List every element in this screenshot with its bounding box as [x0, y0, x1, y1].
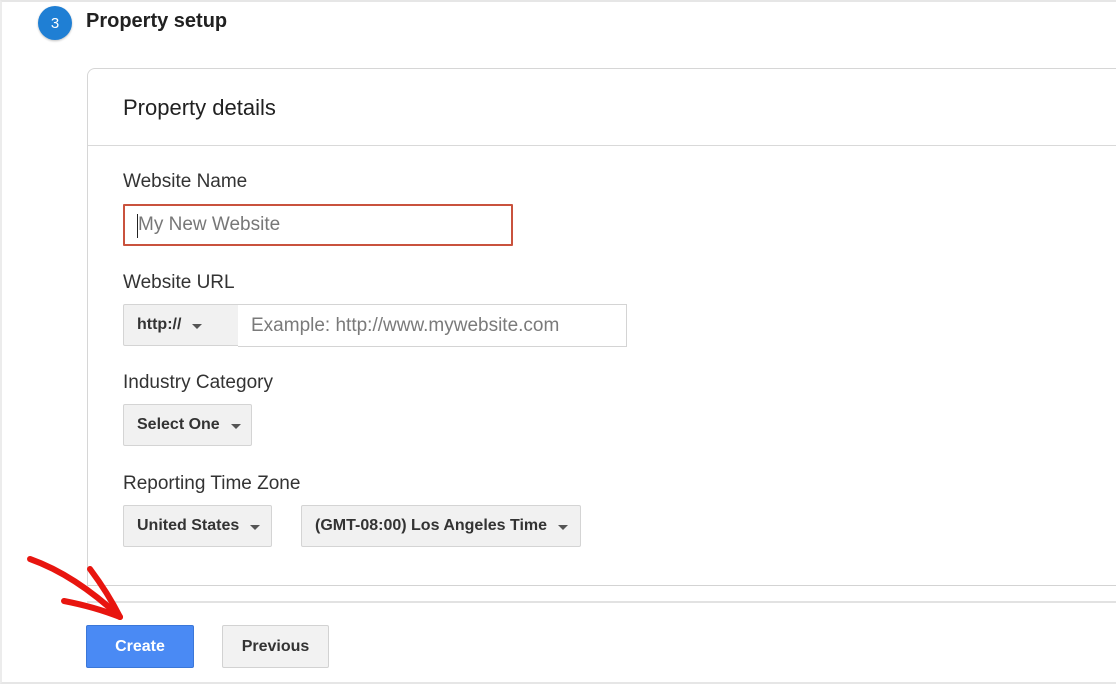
reporting-time-zone-label: Reporting Time Zone — [123, 473, 301, 494]
website-url-label: Website URL — [123, 272, 235, 293]
industry-category-label: Industry Category — [123, 372, 273, 393]
time-zone-country-selected: United States — [137, 517, 240, 534]
website-url-input[interactable] — [238, 304, 627, 347]
protocol-selected: http:// — [137, 316, 182, 333]
card-header: Property details — [88, 69, 1116, 146]
protocol-dropdown[interactable]: http:// — [123, 304, 239, 346]
red-arrow-annotation-icon — [27, 556, 123, 620]
previous-button[interactable]: Previous — [222, 625, 329, 668]
industry-category-selected: Select One — [137, 416, 220, 433]
card-title: Property details — [123, 95, 276, 120]
time-zone-dropdown[interactable]: (GMT-08:00) Los Angeles Time — [301, 505, 581, 547]
step-title: Property setup — [86, 10, 228, 32]
website-name-input[interactable] — [123, 204, 513, 246]
dropdown-arrow-icon — [192, 323, 203, 329]
website-name-label: Website Name — [123, 171, 248, 192]
dropdown-arrow-icon — [250, 524, 261, 530]
time-zone-selected: (GMT-08:00) Los Angeles Time — [315, 517, 548, 534]
text-caret — [137, 214, 138, 238]
footer-divider — [87, 601, 1116, 603]
step-number-badge: 3 — [38, 6, 72, 40]
industry-category-dropdown[interactable]: Select One — [123, 404, 252, 446]
time-zone-country-dropdown[interactable]: United States — [123, 505, 272, 547]
dropdown-arrow-icon — [558, 524, 569, 530]
dropdown-arrow-icon — [230, 423, 241, 429]
